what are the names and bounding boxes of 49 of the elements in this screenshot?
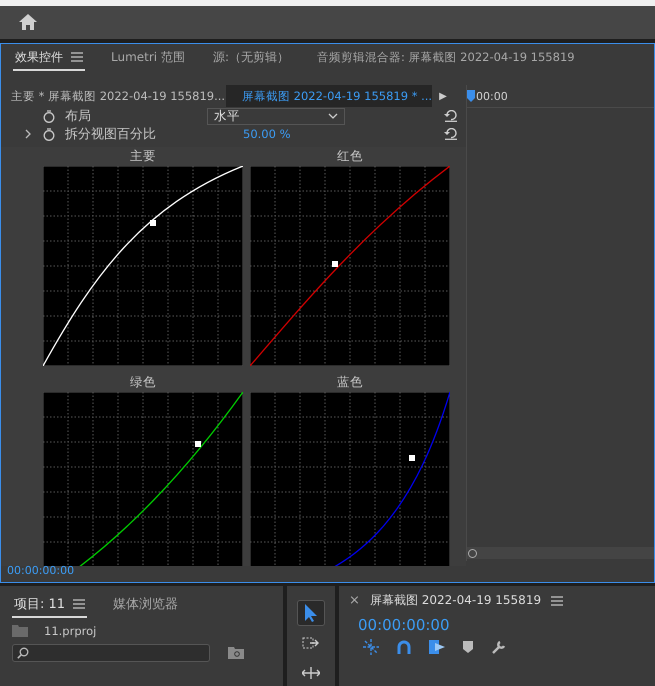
caret-icon	[328, 113, 338, 119]
curve-graph[interactable]	[250, 392, 450, 566]
curve-title: 蓝色	[337, 373, 363, 391]
curve-graph[interactable]	[43, 392, 243, 566]
home-icon[interactable]	[19, 14, 37, 30]
panel-tab[interactable]: 项目: 11	[12, 592, 88, 618]
percent-value[interactable]: 50.00 %	[243, 127, 381, 141]
clip-dropdown[interactable]: 屏幕截图 2022-04-19 155819 * ...	[226, 85, 432, 107]
panel-tab[interactable]: Lumetri 范围	[109, 46, 187, 70]
panel-tab[interactable]: 源:（无剪辑）	[210, 46, 291, 70]
panel-tab[interactable]: 媒体浏览器	[111, 592, 180, 618]
marker-icon[interactable]	[463, 641, 473, 653]
layout-dropdown[interactable]: 水平	[207, 108, 345, 124]
panel-tab[interactable]: 效果控件	[13, 46, 85, 70]
close-button[interactable]: ×	[349, 593, 360, 608]
linked-selection-icon[interactable]	[429, 640, 445, 654]
sequence-tab[interactable]: 屏幕截图 2022-04-19 155819	[370, 592, 542, 609]
snap-icon[interactable]	[363, 639, 379, 655]
master-clip-label: 主要 * 屏幕截图 2022-04-19 155819...	[10, 88, 226, 104]
search-icon	[17, 647, 29, 659]
menu-icon[interactable]	[551, 596, 564, 606]
reset-icon[interactable]	[444, 110, 458, 122]
search-field[interactable]	[12, 644, 210, 662]
curve-title: 红色	[337, 147, 363, 165]
ruler-timecode: 00:00	[476, 90, 508, 102]
sequence-timecode: 00:00:00:00	[358, 616, 451, 634]
wrench-icon[interactable]	[491, 639, 507, 655]
property-label: 拆分视图百分比	[65, 126, 157, 143]
curve-graph[interactable]	[250, 166, 450, 366]
stopwatch-icon[interactable]	[43, 110, 55, 122]
reset-icon[interactable]	[444, 128, 458, 140]
project-file-name: 11.prproj	[44, 624, 96, 638]
curve-title: 绿色	[130, 373, 156, 391]
magnet-icon[interactable]	[397, 640, 411, 654]
curve-title: 主要	[130, 147, 156, 165]
scroll-bar[interactable]	[467, 547, 654, 559]
panel-tab[interactable]: 音频剪辑混合器: 屏幕截图 2022-04-19 155819	[315, 46, 577, 70]
curve-graph[interactable]	[43, 166, 243, 366]
track-select-icon	[302, 636, 320, 650]
folder-icon	[12, 625, 28, 637]
stopwatch-icon[interactable]	[43, 128, 55, 140]
folder-search-icon[interactable]	[228, 647, 244, 659]
timecode: 00:00:00:00	[6, 563, 76, 579]
ripple-edit-icon	[302, 667, 320, 679]
menu-icon[interactable]	[71, 52, 83, 62]
tool-button[interactable]	[297, 600, 325, 626]
arrow-pointer-icon	[304, 604, 318, 622]
menu-icon[interactable]	[73, 599, 86, 609]
property-label: 布局	[65, 108, 92, 125]
